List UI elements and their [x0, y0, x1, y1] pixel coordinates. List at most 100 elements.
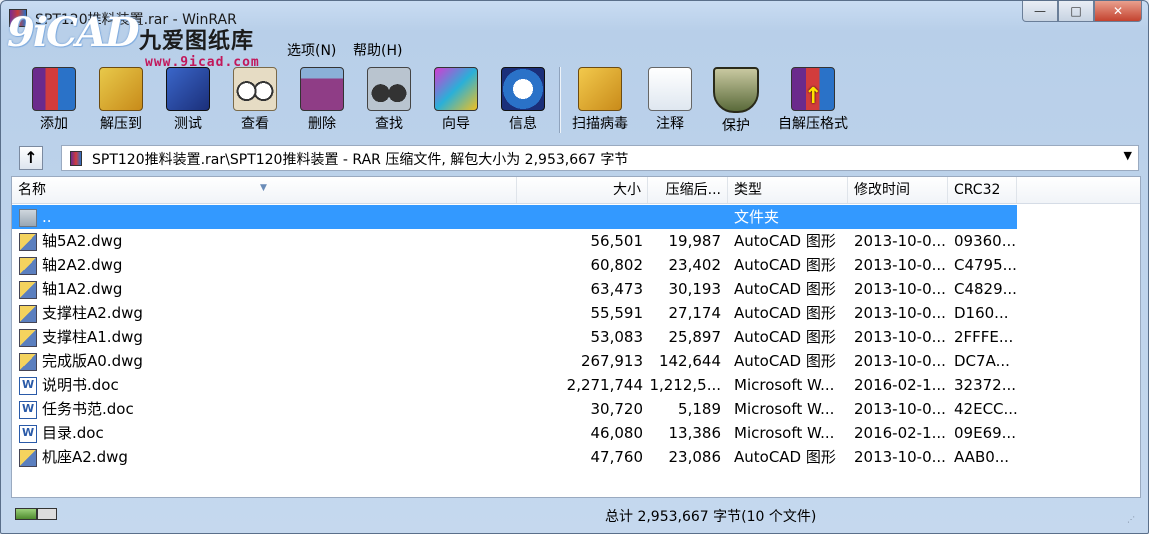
- column-header-type[interactable]: 类型: [728, 177, 848, 203]
- address-field[interactable]: SPT120推料装置.rar\SPT120推料装置 - RAR 压缩文件, 解包…: [61, 145, 1139, 171]
- sort-indicator-icon: ▼: [260, 183, 267, 193]
- file-size: 47,760: [590, 448, 644, 466]
- table-row[interactable]: 机座A2.dwg 47,760 23,086 AutoCAD 图形 2013-10-0.…: [12, 445, 1140, 469]
- file-size: 63,473: [590, 280, 644, 298]
- table-row[interactable]: 支撑柱A2.dwg 55,591 27,174 AutoCAD 图形 2013-10-0…: [12, 301, 1140, 325]
- drive-icon[interactable]: [15, 508, 37, 520]
- dwg-file-icon: [19, 257, 37, 275]
- protect-icon: [713, 67, 759, 113]
- file-modified: 2013-10-0...: [854, 448, 946, 466]
- file-type: AutoCAD 图形: [734, 448, 836, 466]
- file-modified: 2013-10-0...: [854, 280, 946, 298]
- file-crc32: C4795...: [954, 256, 1017, 274]
- file-modified: 2016-02-1...: [854, 424, 946, 442]
- column-header-packed[interactable]: 压缩后...: [648, 177, 728, 203]
- file-modified: [848, 205, 950, 229]
- table-row[interactable]: 任务书范.doc 30,720 5,189 Microsoft W... 2013-10…: [12, 397, 1140, 421]
- file-packed-size: 23,086: [668, 448, 722, 466]
- chevron-down-icon[interactable]: ▼: [1124, 149, 1132, 162]
- comment-label: 注释: [656, 116, 684, 132]
- column-header-crc32[interactable]: CRC32: [948, 177, 1017, 203]
- close-button[interactable]: ✕: [1094, 1, 1142, 22]
- file-crc32: D160...: [954, 304, 1009, 322]
- file-packed-size: 13,386: [668, 424, 722, 442]
- info-label: 信息: [509, 116, 537, 132]
- dwg-file-icon: [19, 281, 37, 299]
- table-row[interactable]: 轴1A2.dwg 63,473 30,193 AutoCAD 图形 2013-10-0.…: [12, 277, 1140, 301]
- comment-button[interactable]: 注释: [643, 63, 697, 137]
- table-row[interactable]: .. 文件夹: [12, 205, 1140, 229]
- file-modified: 2013-10-0...: [854, 328, 946, 346]
- status-bar: 总计 2,953,667 字节(10 个文件) ⋰: [11, 501, 1139, 527]
- column-header-size[interactable]: 大小: [517, 177, 648, 203]
- table-row[interactable]: 支撑柱A1.dwg 53,083 25,897 AutoCAD 图形 2013-10-0…: [12, 325, 1140, 349]
- resize-grip-icon[interactable]: ⋰: [1127, 515, 1135, 524]
- file-packed-size: 1,212,5...: [649, 376, 721, 394]
- virus-scan-button[interactable]: 扫描病毒: [567, 63, 633, 137]
- folder-icon: [19, 209, 37, 227]
- word-document-icon: [19, 377, 37, 395]
- file-list[interactable]: 名称 ▼ 大小 压缩后... 类型 修改时间 CRC32 .. 文件夹 轴5A2.d…: [11, 176, 1141, 498]
- file-size: 2,271,744: [566, 376, 643, 394]
- window-controls: — □ ✕: [1022, 1, 1142, 22]
- extract-to-button[interactable]: 解压到: [93, 63, 149, 137]
- file-name: 完成版A0.dwg: [42, 352, 143, 370]
- virus-scan-icon: [578, 67, 622, 111]
- file-modified: 2013-10-0...: [854, 256, 946, 274]
- delete-icon: [300, 67, 344, 111]
- file-name: 轴1A2.dwg: [42, 280, 123, 298]
- file-name: 支撑柱A1.dwg: [42, 328, 143, 346]
- extract-to-icon: [99, 67, 143, 111]
- table-row[interactable]: 完成版A0.dwg 267,913 142,644 AutoCAD 图形 2013-10…: [12, 349, 1140, 373]
- column-header-name[interactable]: 名称 ▼: [12, 177, 517, 203]
- file-crc32: 09360...: [954, 232, 1017, 250]
- file-name: 任务书范.doc: [42, 400, 134, 418]
- sfx-icon: [791, 67, 835, 111]
- delete-button[interactable]: 删除: [295, 63, 349, 137]
- table-row[interactable]: 说明书.doc 2,271,744 1,212,5... Microsoft W...…: [12, 373, 1140, 397]
- file-type: AutoCAD 图形: [734, 352, 836, 370]
- file-name: 轴2A2.dwg: [42, 256, 123, 274]
- find-label: 查找: [375, 116, 403, 132]
- test-icon: [166, 67, 210, 111]
- file-size: 60,802: [590, 256, 644, 274]
- toolbar-separator: [559, 67, 561, 133]
- table-row[interactable]: 轴5A2.dwg 56,501 19,987 AutoCAD 图形 2013-10-0.…: [12, 229, 1140, 253]
- file-modified: 2013-10-0...: [854, 352, 946, 370]
- menu-help[interactable]: 帮助(H): [353, 40, 402, 60]
- wizard-button[interactable]: 向导: [429, 63, 483, 137]
- file-type: Microsoft W...: [734, 424, 835, 442]
- word-document-icon: [19, 425, 37, 443]
- view-label: 查看: [241, 116, 269, 132]
- test-button[interactable]: 测试: [161, 63, 215, 137]
- logo-name: 九爱图纸库: [139, 29, 255, 54]
- file-type: AutoCAD 图形: [734, 256, 836, 274]
- up-folder-button[interactable]: ↑: [19, 146, 43, 170]
- sfx-button[interactable]: 自解压格式: [773, 63, 853, 137]
- find-icon: [367, 67, 411, 111]
- add-button[interactable]: 添加: [27, 63, 81, 137]
- key-icon[interactable]: [37, 508, 57, 520]
- word-document-icon: [19, 401, 37, 419]
- archive-icon: [70, 151, 82, 166]
- table-row[interactable]: 目录.doc 46,080 13,386 Microsoft W... 2016-02-…: [12, 421, 1140, 445]
- file-crc32: AAB0...: [954, 448, 1010, 466]
- find-button[interactable]: 查找: [362, 63, 416, 137]
- view-button[interactable]: 查看: [228, 63, 282, 137]
- file-crc32: 09E69...: [954, 424, 1016, 442]
- file-size: 267,913: [580, 352, 643, 370]
- file-packed-size: 25,897: [668, 328, 722, 346]
- column-header-modified[interactable]: 修改时间: [848, 177, 948, 203]
- table-row[interactable]: 轴2A2.dwg 60,802 23,402 AutoCAD 图形 2013-10-0.…: [12, 253, 1140, 277]
- status-text: 总计 2,953,667 字节(10 个文件): [605, 509, 817, 525]
- file-modified: 2013-10-0...: [854, 304, 946, 322]
- file-crc32: C4829...: [954, 280, 1017, 298]
- maximize-button[interactable]: □: [1058, 1, 1094, 22]
- column-header-name-label: 名称: [18, 182, 46, 198]
- winrar-window: SPT120推料装置.rar - WinRAR — □ ✕ 选项(N) 帮助(H…: [0, 0, 1149, 534]
- file-crc32: 32372...: [954, 376, 1017, 394]
- minimize-button[interactable]: —: [1022, 1, 1058, 22]
- file-size: 55,591: [590, 304, 644, 322]
- protect-button[interactable]: 保护: [709, 63, 763, 137]
- info-button[interactable]: 信息: [496, 63, 550, 137]
